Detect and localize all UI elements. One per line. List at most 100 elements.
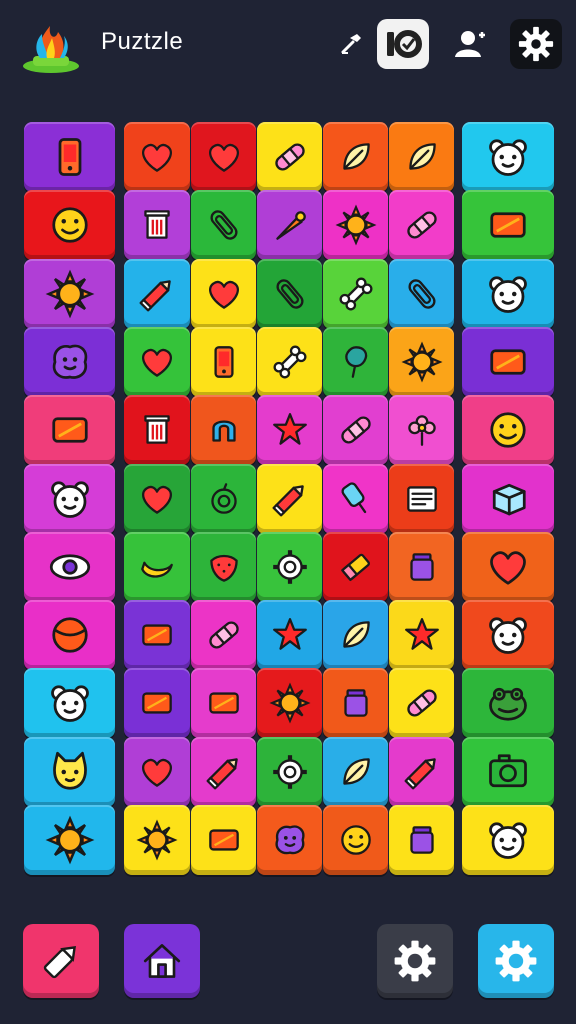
- tile-bone-r4c4[interactable]: [257, 326, 322, 397]
- tile-paperclip-r2c3[interactable]: [191, 190, 256, 261]
- tile-leaf-r1c5[interactable]: [323, 122, 388, 192]
- tile-sun-r11c1[interactable]: [24, 805, 115, 875]
- tile-frog-face-r9c7[interactable]: [462, 668, 554, 739]
- options-button[interactable]: [478, 924, 554, 998]
- tile-sun-r2c5[interactable]: [323, 190, 388, 261]
- gear-icon: [272, 549, 307, 584]
- hint-button[interactable]: [23, 924, 99, 998]
- tile-heart-r1c2[interactable]: [124, 122, 190, 192]
- tile-bear-face-r1c7[interactable]: [462, 122, 554, 192]
- tile-gear-r7c4[interactable]: [257, 531, 322, 602]
- tile-heart-r6c2[interactable]: [124, 463, 190, 534]
- tile-leaf-r1c6[interactable]: [389, 122, 454, 192]
- tile-bandage-r5c5[interactable]: [323, 395, 388, 466]
- tile-horseshoe-r5c3[interactable]: [191, 395, 256, 466]
- tile-smiley-r2c1[interactable]: [24, 190, 115, 261]
- popsicle-icon: [340, 481, 366, 513]
- ball-icon: [51, 617, 88, 653]
- tile-pencil-r10c6[interactable]: [389, 736, 454, 807]
- tile-camera-r10c7[interactable]: [462, 736, 554, 807]
- tile-heart-r1c3[interactable]: [191, 122, 256, 192]
- tile-box-r5c1[interactable]: [24, 395, 115, 466]
- tile-jar-r9c5[interactable]: [323, 668, 388, 739]
- tile-phone-r4c3[interactable]: [191, 326, 256, 397]
- balloon-icon: [344, 346, 367, 378]
- tile-bear-face-r11c7[interactable]: [462, 805, 554, 875]
- tile-sun-r11c2[interactable]: [124, 805, 190, 875]
- tile-leaf-r10c5[interactable]: [323, 736, 388, 807]
- tile-jar-r11c6[interactable]: [389, 805, 454, 875]
- tile-phone-r1c1[interactable]: [24, 122, 115, 192]
- tile-bear-face-r6c1[interactable]: [24, 463, 115, 534]
- tile-eye-r7c1[interactable]: [24, 531, 115, 602]
- jar-icon: [409, 826, 434, 854]
- smiley-icon: [340, 825, 371, 855]
- tile-smiley-r5c7[interactable]: [462, 395, 554, 466]
- tile-bandage-r9c6[interactable]: [389, 668, 454, 739]
- tile-pencil-r6c4[interactable]: [257, 463, 322, 534]
- tile-heart-r3c3[interactable]: [191, 258, 256, 329]
- tile-bear-face-r3c7[interactable]: [462, 258, 554, 329]
- tile-paperclip-r3c6[interactable]: [389, 258, 454, 329]
- game-screen: Puztzle: [0, 0, 576, 1024]
- tile-flower-r5c6[interactable]: [389, 395, 454, 466]
- heart-icon: [208, 280, 239, 309]
- tile-star-r5c4[interactable]: [257, 395, 322, 466]
- tile-trash-r2c2[interactable]: [124, 190, 190, 261]
- tile-jar-r7c6[interactable]: [389, 531, 454, 602]
- tile-cat-face-r10c1[interactable]: [24, 736, 115, 807]
- tile-ball-r8c1[interactable]: [24, 600, 115, 671]
- tile-blob-face-r4c1[interactable]: [24, 326, 115, 397]
- paperclip-icon: [209, 210, 238, 240]
- tile-star-r8c4[interactable]: [257, 600, 322, 671]
- tile-pencil-r3c2[interactable]: [124, 258, 190, 329]
- tile-bear-face-r9c1[interactable]: [24, 668, 115, 739]
- tile-blob-face-r11c4[interactable]: [257, 805, 322, 875]
- pencil-icon: [139, 279, 171, 312]
- tile-trash-r5c2[interactable]: [124, 395, 190, 466]
- gear-icon: [272, 754, 307, 789]
- tile-bear-face-r8c7[interactable]: [462, 600, 554, 671]
- tile-document-r6c6[interactable]: [389, 463, 454, 534]
- tile-heart-r4c2[interactable]: [124, 326, 190, 397]
- tile-heart-r7c7[interactable]: [462, 531, 554, 602]
- smiley-icon: [490, 412, 526, 448]
- horseshoe-icon: [211, 420, 236, 442]
- home-button[interactable]: [124, 924, 200, 998]
- tile-box-r4c7[interactable]: [462, 326, 554, 397]
- tile-bandage-r1c4[interactable]: [257, 122, 322, 192]
- tile-sun-r9c4[interactable]: [257, 668, 322, 739]
- tile-pencil-r10c3[interactable]: [191, 736, 256, 807]
- tile-smiley-r11c5[interactable]: [323, 805, 388, 875]
- tile-paperclip-r3c4[interactable]: [257, 258, 322, 329]
- tile-star-r8c6[interactable]: [389, 600, 454, 671]
- tile-balloon-r4c5[interactable]: [323, 326, 388, 397]
- tile-popsicle-r6c5[interactable]: [323, 463, 388, 534]
- settings-button[interactable]: [377, 924, 453, 998]
- tile-eraser-r7c5[interactable]: [323, 531, 388, 602]
- camera-icon: [489, 754, 527, 787]
- tile-cube-r6c7[interactable]: [462, 463, 554, 534]
- tile-box-r9c2[interactable]: [124, 668, 190, 739]
- tile-bone-r3c5[interactable]: [323, 258, 388, 329]
- tile-strawberry-r7c3[interactable]: [191, 531, 256, 602]
- tile-bandage-r2c6[interactable]: [389, 190, 454, 261]
- tile-carrot-r2c4[interactable]: [257, 190, 322, 261]
- tile-leaf-r8c5[interactable]: [323, 600, 388, 671]
- tile-box-r11c3[interactable]: [191, 805, 256, 875]
- tile-sun-r4c6[interactable]: [389, 326, 454, 397]
- tile-heart-r10c2[interactable]: [124, 736, 190, 807]
- tile-box-r2c7[interactable]: [462, 190, 554, 261]
- tile-banana-r7c2[interactable]: [124, 531, 190, 602]
- bandage-icon: [340, 416, 371, 444]
- tile-apple-r6c3[interactable]: [191, 463, 256, 534]
- sun-icon: [400, 341, 443, 383]
- tile-box-r9c3[interactable]: [191, 668, 256, 739]
- tile-sun-r3c1[interactable]: [24, 258, 115, 329]
- tile-bandage-r8c3[interactable]: [191, 600, 256, 671]
- flower-icon: [407, 415, 436, 447]
- tile-gear-r10c4[interactable]: [257, 736, 322, 807]
- pencil-icon: [272, 484, 304, 516]
- tile-box-r8c2[interactable]: [124, 600, 190, 671]
- frog-face-icon: [489, 688, 527, 722]
